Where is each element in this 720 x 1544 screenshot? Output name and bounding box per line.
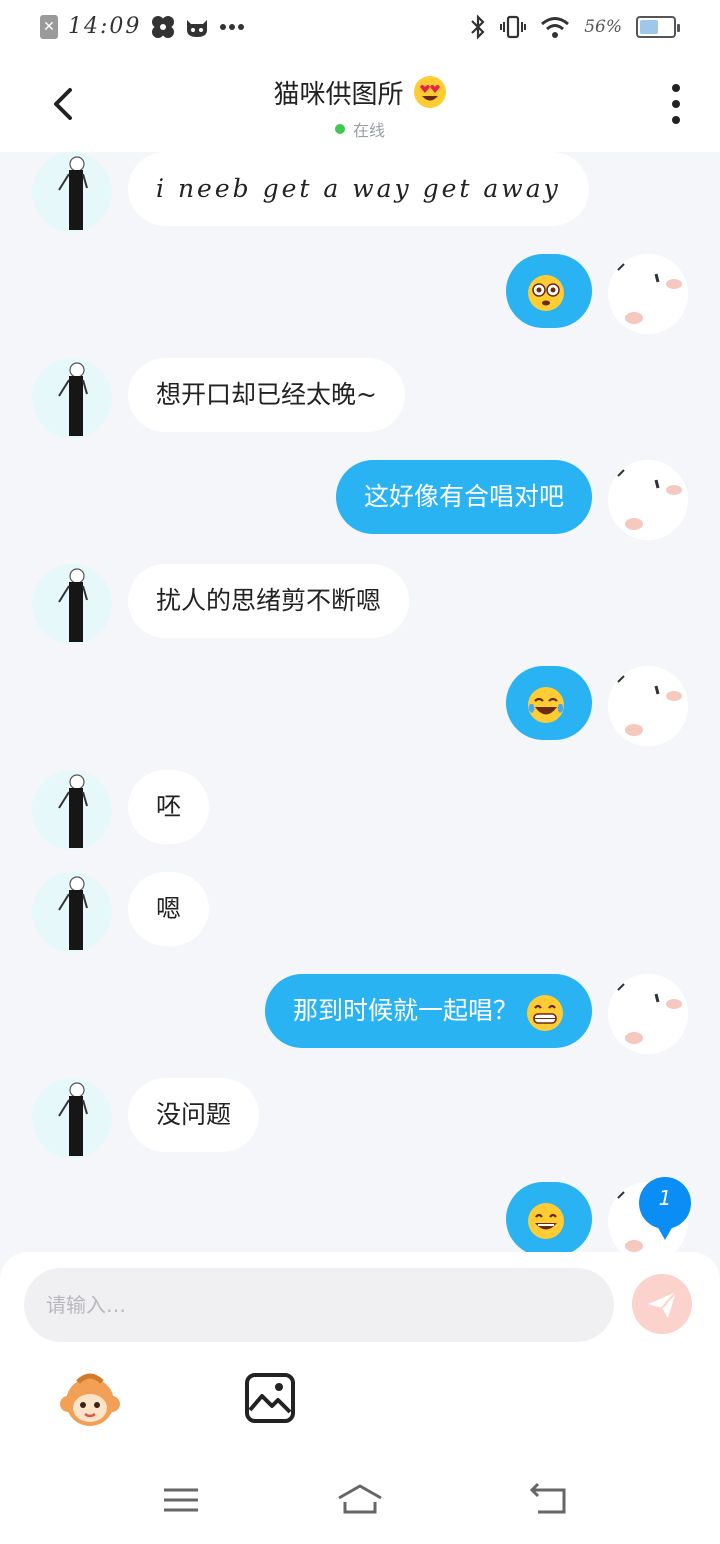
image-icon[interactable] xyxy=(244,1372,296,1424)
vibrate-icon xyxy=(500,15,527,39)
cat-face-icon xyxy=(187,19,208,37)
pinwheel-icon xyxy=(152,15,175,38)
message-bubble[interactable]: 那到时候就一起唱？ xyxy=(265,974,592,1048)
chat-title: 猫咪供图所 xyxy=(273,80,404,110)
system-nav-bar xyxy=(0,1460,720,1544)
battery-icon xyxy=(636,16,680,38)
message-bubble[interactable]: 嗯 xyxy=(128,872,210,946)
back-icon[interactable] xyxy=(524,1480,574,1520)
send-button[interactable] xyxy=(632,1274,692,1334)
contact-avatar[interactable] xyxy=(32,872,112,952)
status-bar-right: 56% xyxy=(470,14,680,40)
menu-icon[interactable] xyxy=(156,1480,206,1520)
contact-avatar[interactable] xyxy=(32,358,112,438)
status-bar: ✕ 14:09 56% xyxy=(0,0,720,58)
flushed-emoji xyxy=(528,274,564,311)
user-avatar[interactable] xyxy=(608,974,688,1054)
mascot-sticker-icon[interactable] xyxy=(58,1368,122,1432)
message-bubble[interactable]: i neeb get a way get away xyxy=(128,152,589,226)
grinning-emoji xyxy=(527,994,563,1031)
smile-emoji xyxy=(528,1202,564,1239)
more-options-icon[interactable] xyxy=(668,84,684,124)
message-bubble[interactable] xyxy=(506,666,592,740)
contact-avatar[interactable] xyxy=(32,770,112,850)
chat-title-block: 猫咪供图所 在线 xyxy=(0,74,720,141)
user-avatar[interactable] xyxy=(608,460,688,540)
message-text: 那到时候就一起唱？ xyxy=(293,996,519,1025)
chat-title-row: 猫咪供图所 xyxy=(0,74,720,111)
message-bubble[interactable] xyxy=(506,1182,592,1252)
contact-avatar[interactable] xyxy=(32,152,112,232)
unread-badge[interactable]: 1 xyxy=(638,1176,692,1240)
tears-of-joy-emoji xyxy=(528,686,564,723)
message-bubble[interactable]: 想开口却已经太晚~ xyxy=(128,358,405,432)
close-icon: ✕ xyxy=(40,14,58,39)
contact-avatar[interactable] xyxy=(32,564,112,644)
bluetooth-icon xyxy=(471,14,485,40)
status-bar-left: ✕ 14:09 xyxy=(40,14,245,39)
message-bubble[interactable]: 这好像有合唱对吧 xyxy=(335,460,592,534)
user-avatar[interactable] xyxy=(608,254,688,334)
online-status: 在线 xyxy=(0,117,720,141)
message-bubble[interactable]: 没问题 xyxy=(128,1078,260,1152)
wifi-icon xyxy=(541,17,570,38)
user-avatar[interactable] xyxy=(608,666,688,746)
message-input[interactable] xyxy=(24,1268,614,1342)
home-icon[interactable] xyxy=(335,1480,385,1520)
message-bubble[interactable] xyxy=(506,254,592,328)
send-icon xyxy=(648,1291,677,1318)
battery-level xyxy=(640,20,658,34)
message-bubble[interactable]: 呸 xyxy=(128,770,210,844)
message-bubble[interactable]: 扰人的思绪剪不断嗯 xyxy=(128,564,410,638)
message-list[interactable]: i neeb get a way get away 想开口却已经太晚~ 这好像有… xyxy=(0,152,720,1252)
more-dots-icon xyxy=(220,23,245,30)
contact-avatar[interactable] xyxy=(32,1078,112,1158)
status-time: 14:09 xyxy=(68,14,142,39)
battery-percent: 56% xyxy=(584,17,622,37)
unread-count: 1 xyxy=(658,1186,672,1210)
online-dot xyxy=(334,124,345,134)
heart-eyes-emoji xyxy=(413,76,446,108)
chat-header: 猫咪供图所 在线 xyxy=(0,58,720,152)
online-status-text: 在线 xyxy=(352,121,385,140)
